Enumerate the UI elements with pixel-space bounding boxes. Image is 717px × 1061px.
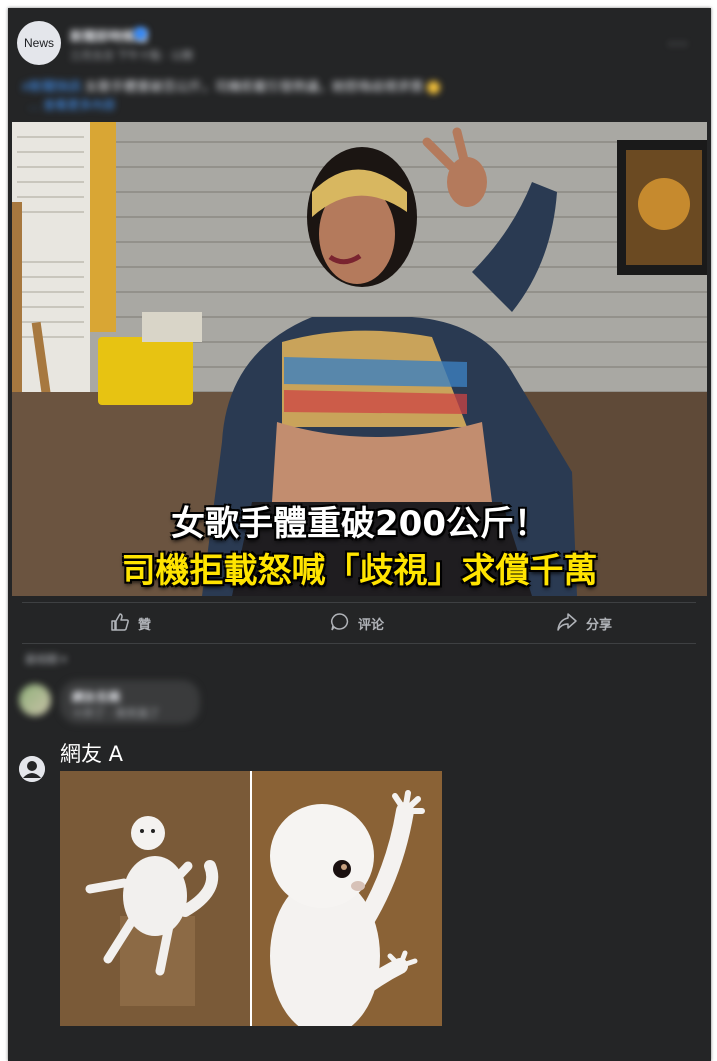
divider-top [22,602,696,603]
verified-badge-icon [134,27,147,40]
thumbs-up-icon [110,612,130,635]
comment-bubble: 網友名稱 十炸了 · 笑死我了 [60,680,200,724]
page-avatar[interactable]: News [17,21,61,65]
comment-label: 评论 [358,616,385,632]
comment-meme-image[interactable] [60,771,442,1026]
emoji-icon [426,81,440,95]
share-button[interactable]: 分享 [556,610,612,636]
more-options-icon[interactable]: ··· [668,34,688,55]
see-more-link[interactable]: … 查看更多內容 [28,96,115,113]
photo-headline-1: 女歌手體重破200公斤！ [171,504,548,544]
default-user-icon [19,756,45,782]
like-button[interactable]: 贊 [110,610,151,636]
comment-text: 十炸了 · 笑死我了 [72,707,160,720]
post-photo[interactable]: 女歌手體重破200公斤！ 司機拒載怒喊「歧視」求償千萬 [12,122,707,596]
netizen-avatar[interactable] [19,756,45,782]
commenter-avatar[interactable] [19,684,51,716]
comment-button[interactable]: 评论 [330,610,384,636]
caption-hashtag[interactable]: #新聞快訊 [22,79,81,94]
share-arrow-icon [556,612,578,635]
photo-headline-2: 司機拒載怒喊「歧視」求償千萬 [121,551,598,591]
commenter-name[interactable]: 網友名稱 [72,688,120,705]
comments-sort-dropdown[interactable]: 最相關 ▾ [25,651,67,667]
caption-text: 女歌手體重破百公斤，司機拒載引發熱議，她怒喚歧視求償 [81,79,423,94]
meme-picture [60,771,442,1026]
netizen-name[interactable]: 網友 A [60,738,123,768]
comment-bubble-icon [330,612,350,635]
post-caption: #新聞快訊 女歌手體重破百公斤，司機拒載引發熱議，她怒喚歧視求償 [22,76,440,95]
avatar-label: News [23,36,54,50]
share-label: 分享 [586,616,613,632]
divider-bottom [22,643,696,644]
like-label: 贊 [138,616,152,632]
post-meta[interactable]: 三月五日 下午十點 · 公開 [70,47,193,63]
